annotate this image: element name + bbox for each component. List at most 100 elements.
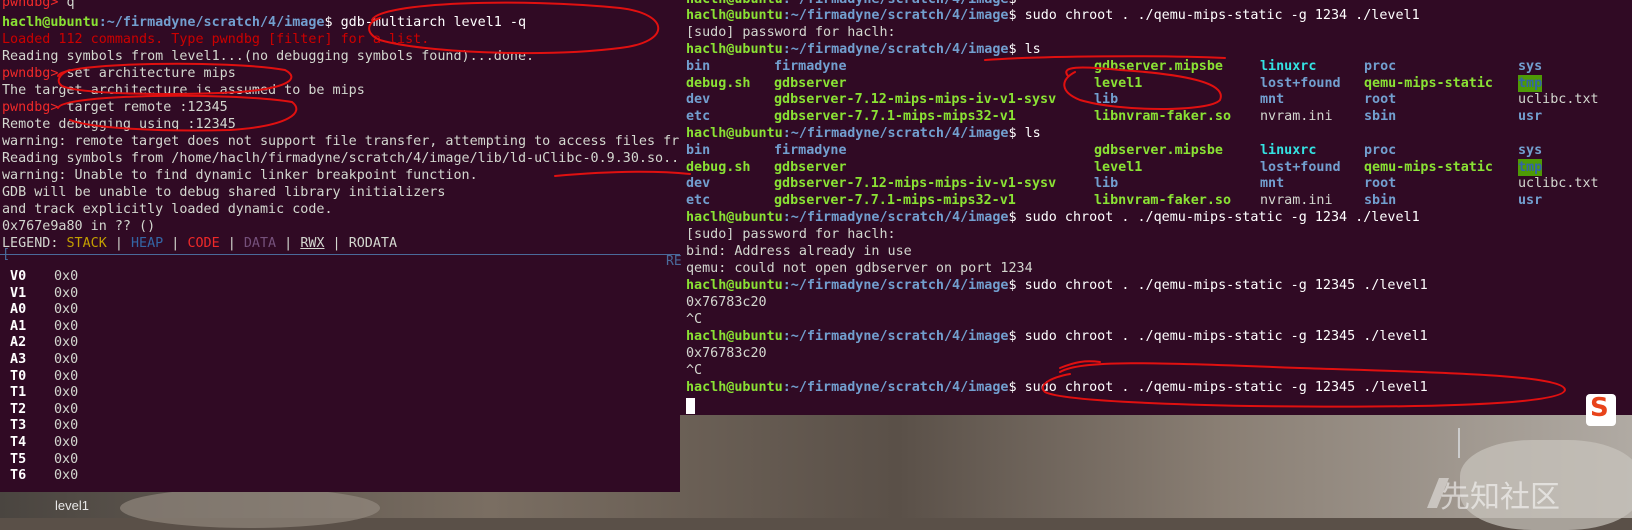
- ls-entry: lib: [1094, 176, 1119, 192]
- ls-entry: libnvram-faker.so: [1094, 192, 1232, 208]
- register-row: V1 0x0: [2, 285, 78, 302]
- term-line: [sudo] password for haclh:: [686, 227, 896, 242]
- ls-entry: tmp: [1518, 74, 1543, 92]
- register-row: A0 0x0: [2, 301, 78, 318]
- register-name: V0: [2, 269, 27, 284]
- register-name: A3: [2, 352, 27, 367]
- ls-entry: dev: [686, 176, 711, 192]
- register-value: 0x0: [54, 451, 79, 467]
- term-line: The target architecture is assumed to be…: [2, 83, 365, 98]
- term-line: haclh@ubuntu:~/firmadyne/scratch/4/image…: [686, 380, 1428, 395]
- ls-entry: linuxrc: [1260, 143, 1317, 158]
- term-line: 0x767e9a80 in ?? (): [2, 219, 156, 234]
- ls-entry: sys: [1518, 143, 1543, 158]
- ls-entry: firmadyne: [774, 143, 847, 158]
- term-line: pwndbg> target remote :12345: [2, 100, 228, 115]
- term-line: Reading symbols from level1...(no debugg…: [2, 49, 535, 64]
- ls-entry: gdbserver: [774, 75, 847, 91]
- register-value: 0x0: [54, 285, 79, 301]
- register-name: T1: [2, 385, 27, 401]
- register-name: V1: [2, 285, 27, 301]
- ls-entry: gdbserver.mipsbe: [1094, 143, 1223, 158]
- right-terminal[interactable]: haclh@ubuntu:~/firmadyne/scratch/4/image…: [680, 0, 1632, 415]
- register-row: T3 0x0: [2, 417, 78, 434]
- term-line: Reading symbols from /home/haclh/firmady…: [2, 151, 680, 166]
- ls-entry: bin: [686, 143, 711, 158]
- term-line: pwndbg> set architecture mips: [2, 66, 236, 81]
- ls-entry: sys: [1518, 59, 1543, 74]
- term-line: ^C: [686, 363, 703, 378]
- term-line: qemu: could not open gdbserver on port 1…: [686, 261, 1033, 276]
- register-name: A2: [2, 335, 27, 351]
- ls-entry: sbin: [1364, 108, 1397, 124]
- register-name: A0: [2, 302, 27, 318]
- ls-entry: gdbserver-7.12-mips-mips-iv-v1-sysv: [774, 176, 1057, 192]
- term-line: haclh@ubuntu:~/firmadyne/scratch/4/image…: [2, 15, 527, 30]
- section-separator: [0, 254, 680, 255]
- legend-data: DATA: [243, 236, 277, 251]
- ls-entry: proc: [1364, 59, 1397, 74]
- ls-entry: qemu-mips-static: [1364, 75, 1493, 91]
- term-line: and track explicitly loaded dynamic code…: [2, 202, 333, 217]
- register-row: T2 0x0: [2, 401, 78, 418]
- ls-entry: bin: [686, 59, 711, 74]
- separator-right-label: RE: [666, 254, 682, 269]
- term-line: ^C: [686, 312, 703, 327]
- term-line: pwndbg> q: [2, 0, 75, 10]
- register-value: 0x0: [54, 435, 79, 450]
- ls-entry: nvram.ini: [1260, 192, 1333, 208]
- register-value: 0x0: [54, 385, 79, 401]
- register-name: T4: [2, 435, 27, 450]
- term-line: haclh@ubuntu:~/firmadyne/scratch/4/image…: [686, 278, 1428, 293]
- register-value: 0x0: [54, 401, 79, 417]
- register-value: 0x0: [54, 352, 79, 367]
- ls-entry: mnt: [1260, 92, 1285, 108]
- register-value: 0x0: [54, 335, 79, 351]
- ls-entry: root: [1364, 176, 1397, 192]
- register-row: T6 0x0: [2, 467, 78, 484]
- ls-entry: proc: [1364, 143, 1397, 158]
- taskbar-window-label[interactable]: level1: [55, 498, 89, 513]
- register-value: 0x0: [54, 269, 79, 284]
- ls-entry: level1: [1094, 75, 1143, 91]
- term-line: haclh@ubuntu:~/firmadyne/scratch/4/image…: [686, 126, 1041, 141]
- ls-entry: tmp: [1518, 158, 1543, 176]
- term-line: haclh@ubuntu:~/firmadyne/scratch/4/image…: [686, 329, 1428, 344]
- register-name: T6: [2, 468, 27, 484]
- register-row: T4 0x0: [2, 434, 78, 451]
- ls-entry: nvram.ini: [1260, 108, 1333, 124]
- register-row: A1 0x0: [2, 318, 78, 335]
- register-name: T2: [2, 401, 27, 417]
- ls-entry: etc: [686, 192, 711, 208]
- ls-entry: usr: [1518, 108, 1543, 124]
- register-value: 0x0: [54, 368, 79, 384]
- window-edge: [1458, 428, 1460, 458]
- register-row: A2 0x0: [2, 334, 78, 351]
- separator-bracket: [: [2, 247, 11, 262]
- register-row: T1 0x0: [2, 384, 78, 401]
- legend-rodata: RODATA: [348, 236, 398, 251]
- term-line: haclh@ubuntu:~/firmadyne/scratch/4/image…: [686, 42, 1041, 57]
- ls-entry: dev: [686, 92, 711, 108]
- sogou-ime-glyph: S: [1590, 393, 1609, 423]
- ls-entry: lost+found: [1260, 75, 1341, 91]
- register-row: T5 0x0: [2, 451, 78, 468]
- ls-entry: uclibc.txt: [1518, 176, 1599, 192]
- register-value: 0x0: [54, 468, 79, 484]
- term-line: haclh@ubuntu:~/firmadyne/scratch/4/image…: [686, 210, 1420, 225]
- term-line: [sudo] password for haclh:: [686, 25, 896, 40]
- ls-entry: firmadyne: [774, 59, 847, 74]
- ls-entry: gdbserver-7.12-mips-mips-iv-v1-sysv: [774, 92, 1057, 108]
- term-line: GDB will be unable to debug shared libra…: [2, 185, 446, 200]
- ls-entry: debug.sh: [686, 75, 751, 91]
- legend-line: LEGEND: STACK | HEAP | CODE | DATA | RWX…: [2, 236, 398, 251]
- register-row: A3 0x0: [2, 351, 78, 368]
- legend-stack: STACK: [66, 236, 107, 251]
- term-line: bind: Address already in use: [686, 244, 912, 259]
- ls-entry: level1: [1094, 159, 1143, 175]
- term-line: Loaded 112 commands. Type pwndbg [filter…: [2, 32, 430, 47]
- register-value: 0x0: [54, 318, 79, 334]
- ls-entry: gdbserver: [774, 159, 847, 175]
- legend-rwx: RWX: [300, 236, 325, 251]
- left-terminal[interactable]: pwndbg> q haclh@ubuntu:~/firmadyne/scrat…: [0, 0, 680, 492]
